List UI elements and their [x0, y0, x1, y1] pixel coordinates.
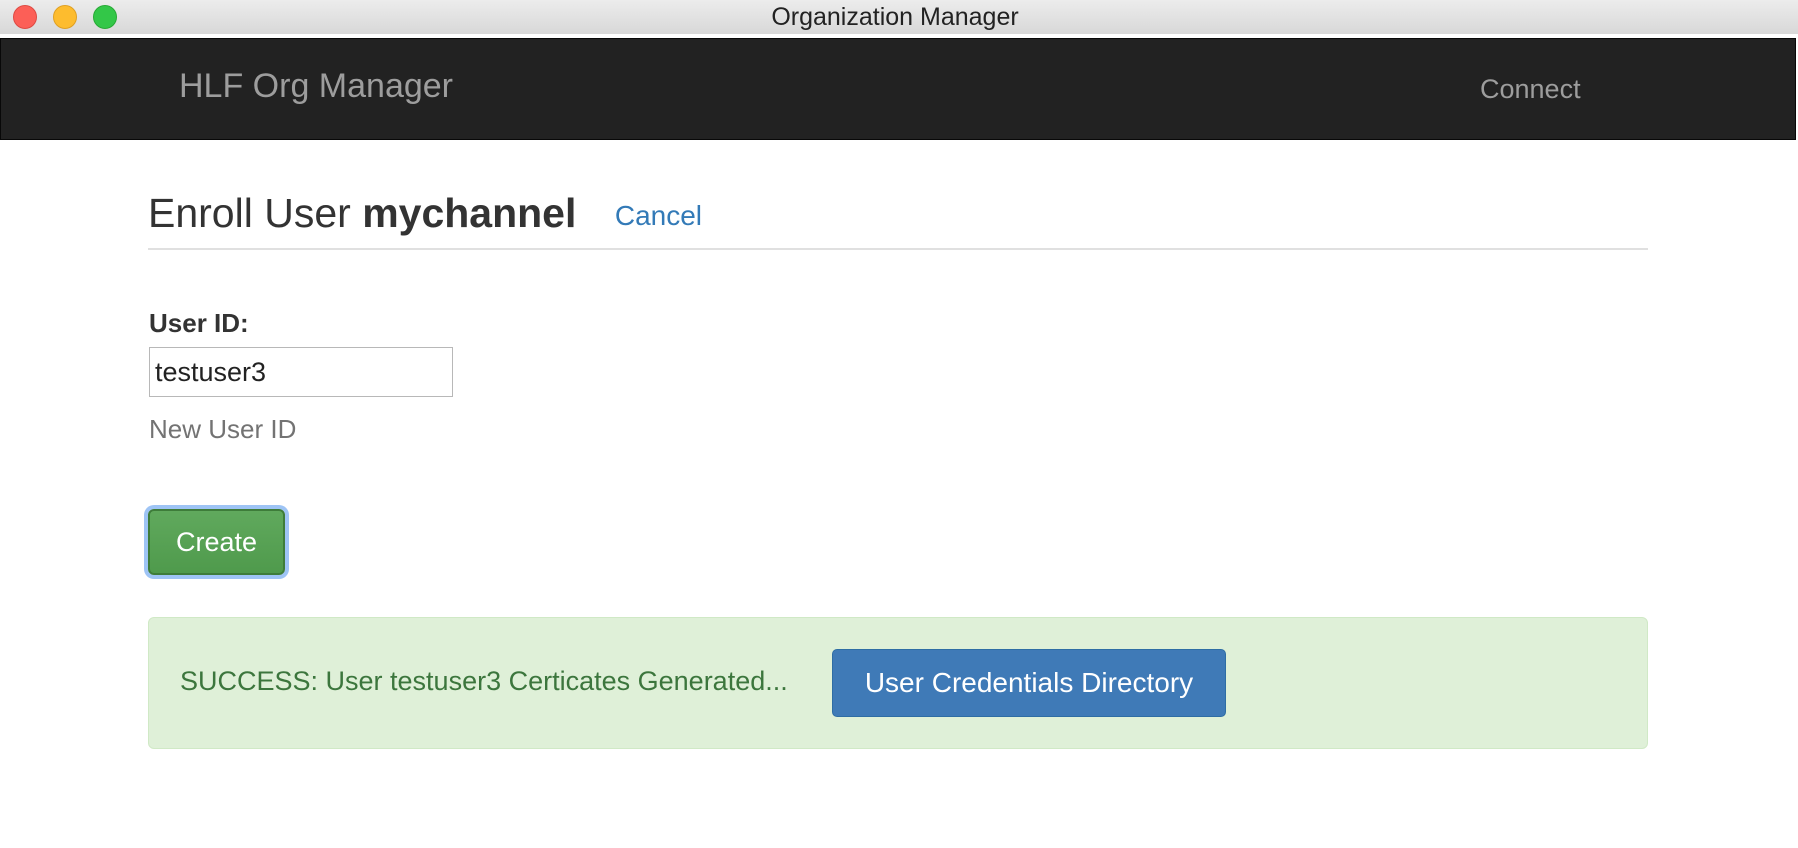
- window-titlebar: Organization Manager: [0, 0, 1798, 34]
- page-title: Enroll User mychannel: [148, 188, 576, 238]
- zoom-window-icon[interactable]: [93, 5, 117, 29]
- navbar-brand[interactable]: HLF Org Manager: [179, 67, 453, 106]
- page-title-prefix: Enroll User: [148, 190, 351, 236]
- channel-name: mychannel: [362, 190, 577, 236]
- minimize-window-icon[interactable]: [53, 5, 77, 29]
- userid-help-text: New User ID: [149, 414, 297, 444]
- user-credentials-directory-button[interactable]: User Credentials Directory: [832, 649, 1226, 717]
- window-title: Organization Manager: [771, 3, 1019, 31]
- navbar: HLF Org Manager Connect: [0, 38, 1796, 140]
- create-button[interactable]: Create: [148, 509, 285, 575]
- page-header: Enroll User mychannel Cancel: [148, 188, 1648, 250]
- close-window-icon[interactable]: [13, 5, 37, 29]
- success-message: SUCCESS: User testuser3 Certicates Gener…: [180, 666, 788, 696]
- cancel-link[interactable]: Cancel: [615, 200, 702, 232]
- success-alert: SUCCESS: User testuser3 Certicates Gener…: [148, 617, 1648, 749]
- userid-label: User ID:: [149, 308, 249, 338]
- userid-input[interactable]: [149, 347, 453, 397]
- connect-link[interactable]: Connect: [1480, 74, 1581, 105]
